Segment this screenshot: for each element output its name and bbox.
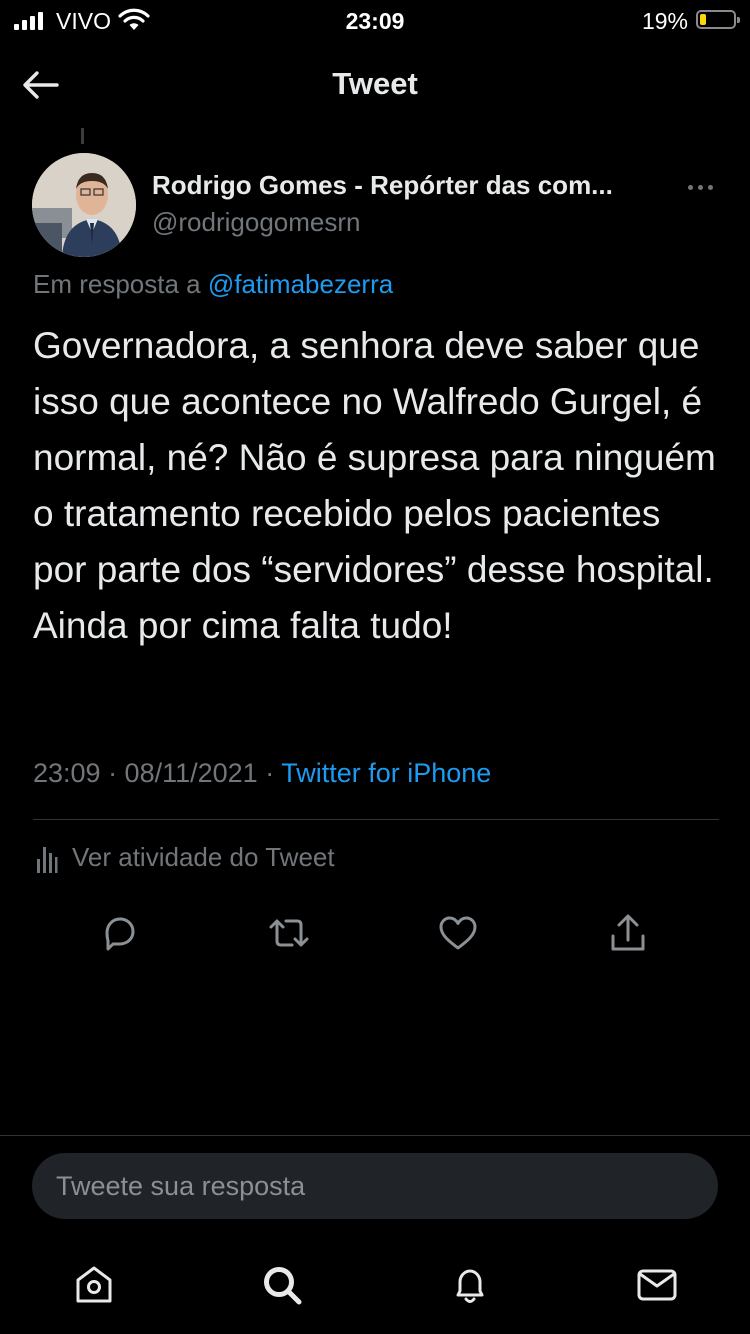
avatar[interactable] bbox=[32, 153, 136, 257]
reply-to-line: Em resposta a @fatimabezerra bbox=[33, 269, 393, 300]
home-icon bbox=[76, 1266, 112, 1303]
tweet-activity-label: Ver atividade do Tweet bbox=[72, 842, 335, 872]
tweet-text: Governadora, a senhora deve saber que is… bbox=[33, 325, 716, 646]
clock: 23:09 bbox=[345, 8, 405, 34]
divider bbox=[33, 819, 719, 820]
battery-icon bbox=[696, 10, 740, 29]
heart-icon bbox=[439, 916, 477, 950]
divider bbox=[0, 1135, 750, 1136]
tweet-timestamp: 23:09 · 08/11/2021 · bbox=[33, 758, 282, 788]
bell-icon bbox=[456, 1269, 484, 1303]
reply-button[interactable] bbox=[94, 908, 144, 958]
mail-icon bbox=[637, 1269, 677, 1301]
header: Tweet bbox=[0, 44, 750, 124]
tweet-source-link[interactable]: Twitter for iPhone bbox=[281, 758, 491, 788]
author-name[interactable]: Rodrigo Gomes - Repórter das com... bbox=[152, 170, 672, 201]
tab-messages[interactable] bbox=[632, 1260, 682, 1310]
bottom-tab-bar bbox=[0, 1250, 750, 1320]
thread-line bbox=[81, 128, 84, 144]
status-bar: VIVO 23:09 19% bbox=[0, 0, 750, 44]
tab-notifications[interactable] bbox=[445, 1260, 495, 1310]
comment-icon bbox=[105, 917, 135, 951]
retweet-button[interactable] bbox=[264, 908, 314, 958]
tab-search[interactable] bbox=[257, 1260, 307, 1310]
battery-percent: 19% bbox=[641, 8, 688, 34]
like-button[interactable] bbox=[433, 908, 483, 958]
share-icon bbox=[611, 914, 645, 951]
share-button[interactable] bbox=[603, 908, 653, 958]
more-icon bbox=[687, 184, 693, 190]
more-options-button[interactable] bbox=[680, 172, 720, 202]
battery-fill bbox=[700, 14, 706, 25]
analytics-icon bbox=[37, 846, 58, 873]
reply-input[interactable] bbox=[32, 1153, 718, 1219]
author-handle[interactable]: @rodrigogomesrn bbox=[152, 207, 360, 238]
tweet-actions bbox=[0, 908, 750, 958]
retweet-icon bbox=[269, 919, 309, 947]
reply-to-mention[interactable]: @fatimabezerra bbox=[208, 269, 393, 299]
page-title: Tweet bbox=[332, 66, 418, 101]
tweet-activity-link[interactable]: Ver atividade do Tweet bbox=[36, 842, 335, 873]
tab-home[interactable] bbox=[69, 1260, 119, 1310]
search-icon bbox=[264, 1267, 302, 1305]
reply-to-prefix: Em resposta a bbox=[33, 269, 208, 299]
tweet-meta: 23:09 · 08/11/2021 · Twitter for iPhone bbox=[33, 758, 491, 789]
